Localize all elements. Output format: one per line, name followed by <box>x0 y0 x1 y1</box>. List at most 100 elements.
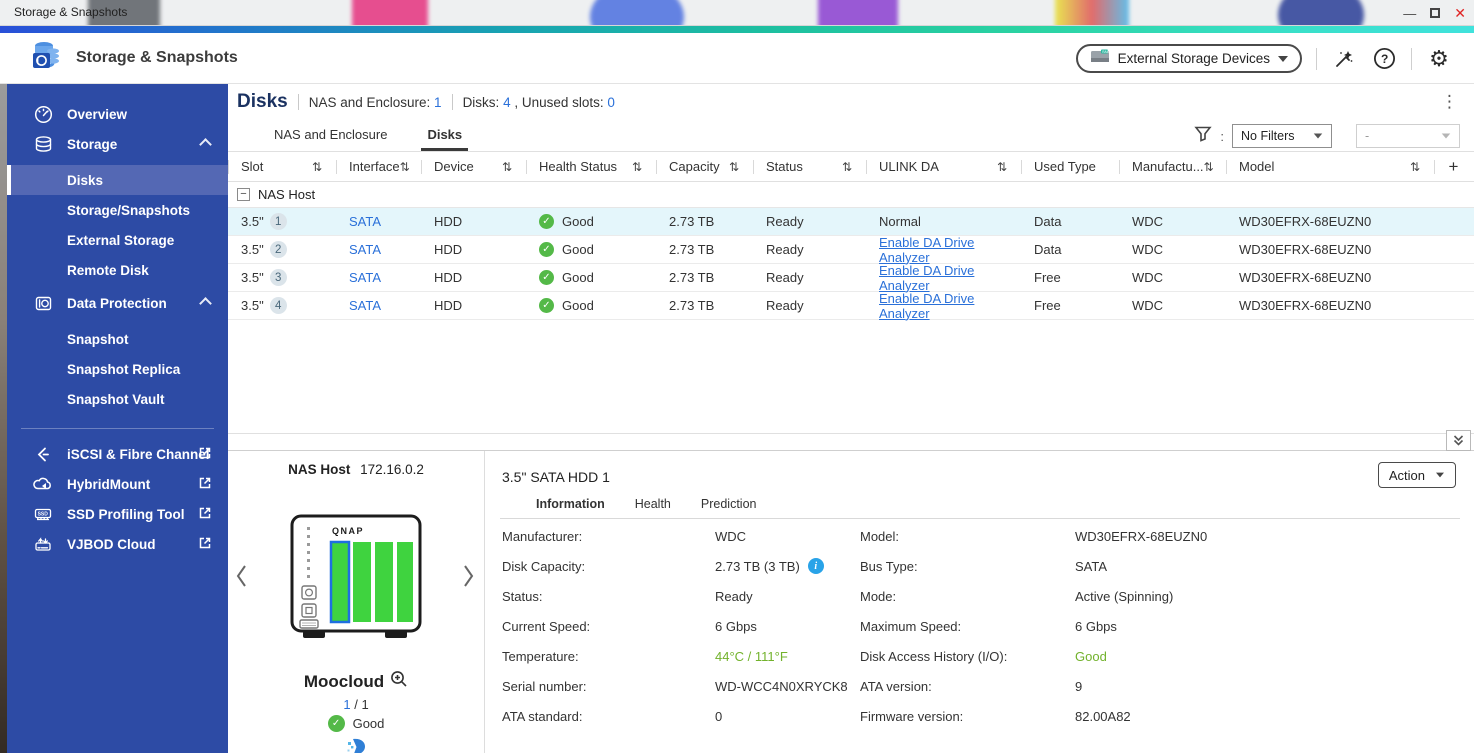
desktop-edge <box>0 84 7 753</box>
more-options-kebab-icon[interactable]: ⋮ <box>1441 92 1458 112</box>
filter-select-value: - <box>1365 129 1370 143</box>
column-header-manufacturer[interactable]: Manufactu... ⇅ <box>1119 152 1226 181</box>
external-storage-devices-label: External Storage Devices <box>1117 51 1270 66</box>
sidebar-item-overview[interactable]: Overview <box>7 99 228 129</box>
column-header-device[interactable]: Device ⇅ <box>421 152 526 181</box>
action-button[interactable]: Action <box>1377 462 1456 488</box>
model-cell: WD30EFRX-68EUZN0 <box>1239 298 1372 313</box>
settings-gear-icon[interactable]: ⚙ <box>1426 46 1452 72</box>
carousel-next-icon[interactable] <box>460 563 476 594</box>
hybridmount-cloud-icon <box>33 474 53 494</box>
column-header-ulink-da[interactable]: ULINK DA ⇅ <box>866 152 1021 181</box>
interface-link[interactable]: SATA <box>349 298 381 313</box>
help-icon[interactable]: ? <box>1371 46 1397 72</box>
sort-icon[interactable]: ⇅ <box>997 160 1007 174</box>
filter-select[interactable]: No Filters <box>1232 124 1332 148</box>
detail-value: 9 <box>1075 678 1083 694</box>
maximize-button[interactable] <box>1430 8 1441 18</box>
add-column-button[interactable]: + <box>1434 152 1474 181</box>
nas-device-illustration[interactable]: QNAP <box>289 513 423 648</box>
enable-da-drive-analyzer-link[interactable]: Enable DA Drive Analyzer <box>879 291 1007 321</box>
sidebar-item-storage[interactable]: Storage <box>7 129 228 159</box>
column-header-interface[interactable]: Interface ⇅ <box>336 152 421 181</box>
storage-stack-icon <box>33 134 53 154</box>
interface-link[interactable]: SATA <box>349 270 381 285</box>
detail-panel: NAS Host 172.16.0.2 QNAP Moocloud 1 / 1 … <box>228 450 1474 753</box>
filter-funnel-icon[interactable] <box>1194 125 1213 147</box>
tab-prediction[interactable]: Prediction <box>701 497 757 511</box>
sidebar: Overview Storage Disks Storage/Snapshots… <box>7 84 228 753</box>
smart-assistant-wand-icon[interactable] <box>1331 46 1357 72</box>
external-storage-devices-button[interactable]: RAID External Storage Devices <box>1075 44 1302 73</box>
tab-information[interactable]: Information <box>536 497 605 511</box>
detail-label: Current Speed: <box>502 618 591 634</box>
info-icon[interactable]: i <box>807 558 824 574</box>
sort-icon[interactable]: ⇅ <box>400 160 410 174</box>
enable-da-drive-analyzer-link[interactable]: Enable DA Drive Analyzer <box>879 235 1007 265</box>
column-header-slot[interactable]: Slot ⇅ <box>228 152 336 181</box>
sidebar-item-disks[interactable]: Disks <box>7 165 228 195</box>
sidebar-item-data-protection[interactable]: Data Protection <box>7 288 228 318</box>
sidebar-item-snapshot-replica[interactable]: Snapshot Replica <box>7 354 228 384</box>
nas-name-line: Moocloud <box>228 670 484 693</box>
sidebar-item-snapshot[interactable]: Snapshot <box>7 324 228 354</box>
sort-icon[interactable]: ⇅ <box>842 160 852 174</box>
stat-label: NAS and Enclosure: <box>308 94 431 110</box>
close-button[interactable]: ✕ <box>1454 6 1466 20</box>
collapse-group-icon[interactable]: − <box>237 188 250 201</box>
sort-icon[interactable]: ⇅ <box>632 160 642 174</box>
detail-value-text: WD-WCC4N0XRYCK8 <box>715 678 848 694</box>
sidebar-item-storage-snapshots[interactable]: Storage/Snapshots <box>7 195 228 225</box>
sidebar-item-snapshot-vault[interactable]: Snapshot Vault <box>7 384 228 414</box>
sidebar-item-hybridmount[interactable]: HybridMount <box>7 469 228 499</box>
minimize-button[interactable]: — <box>1403 7 1416 20</box>
status-cell: Ready <box>766 242 804 257</box>
column-header-model[interactable]: Model ⇅ <box>1226 152 1434 181</box>
enable-da-drive-analyzer-link[interactable]: Enable DA Drive Analyzer <box>879 263 1007 293</box>
view-tabs: NAS and Enclosure Disks : No Filters - <box>228 120 1474 152</box>
external-drive-icon: RAID <box>1090 48 1110 69</box>
disk-row[interactable]: 3.5" 2 SATA HDD ✓ Good 2.73 TB Ready Enabl… <box>228 235 1474 265</box>
collapse-detail-panel-button[interactable] <box>1446 430 1471 451</box>
detail-value-text: 0 <box>715 708 723 724</box>
sort-icon[interactable]: ⇅ <box>1410 160 1420 174</box>
filter-select-secondary[interactable]: - <box>1356 124 1460 148</box>
interface-link[interactable]: SATA <box>349 242 381 257</box>
sidebar-item-label: Storage <box>67 136 118 152</box>
column-header-capacity[interactable]: Capacity ⇅ <box>656 152 753 181</box>
disk-row[interactable]: 3.5" 3 SATA HDD ✓ Good 2.73 TB Ready Enabl… <box>228 263 1474 293</box>
sort-icon[interactable]: ⇅ <box>1204 160 1214 174</box>
sidebar-item-ssd-profiling-tool[interactable]: SSD SSD Profiling Tool <box>7 499 228 529</box>
sidebar-item-vjbod-cloud[interactable]: VJBOD Cloud <box>7 529 228 559</box>
da-drive-analyzer-icon[interactable] <box>228 737 484 753</box>
slot-cell: 3.5" 2 <box>228 236 336 263</box>
used-type-cell: Data <box>1034 242 1062 257</box>
tab-health[interactable]: Health <box>635 497 671 511</box>
sidebar-item-iscsi-fibre-channel[interactable]: iSCSI & Fibre Channel <box>7 439 228 469</box>
slot-size: 3.5" <box>241 270 264 285</box>
sidebar-item-label: Data Protection <box>67 295 167 311</box>
zoom-in-icon[interactable] <box>390 670 408 693</box>
sidebar-item-label: SSD Profiling Tool <box>67 506 185 522</box>
disk-row[interactable]: 3.5" 4 SATA HDD ✓ Good 2.73 TB Ready Enabl… <box>228 291 1474 321</box>
interface-link[interactable]: SATA <box>349 214 381 229</box>
sort-icon[interactable]: ⇅ <box>729 160 739 174</box>
sidebar-item-external-storage[interactable]: External Storage <box>7 225 228 255</box>
detail-value: Active (Spinning) <box>1075 588 1174 604</box>
sidebar-item-remote-disk[interactable]: Remote Disk <box>7 255 228 285</box>
tab-nas-and-enclosure[interactable]: NAS and Enclosure <box>256 127 405 151</box>
nas-name: Moocloud <box>303 671 385 691</box>
tab-disks[interactable]: Disks <box>409 127 480 151</box>
sort-icon[interactable]: ⇅ <box>502 160 512 174</box>
column-header-used-type[interactable]: Used Type <box>1021 152 1119 181</box>
carousel-prev-icon[interactable] <box>234 563 250 594</box>
sidebar-item-label: Disks <box>67 172 104 188</box>
column-header-health-status[interactable]: Health Status ⇅ <box>526 152 656 181</box>
divider <box>297 94 299 110</box>
disk-row[interactable]: 3.5" 1 SATA HDD ✓ Good 2.73 TB Ready Norma… <box>228 208 1474 236</box>
chevron-up-icon[interactable] <box>199 297 212 310</box>
column-header-status[interactable]: Status ⇅ <box>753 152 866 181</box>
chevron-up-icon[interactable] <box>199 138 212 151</box>
sort-icon[interactable]: ⇅ <box>312 160 322 174</box>
health-label: Good <box>562 242 594 257</box>
